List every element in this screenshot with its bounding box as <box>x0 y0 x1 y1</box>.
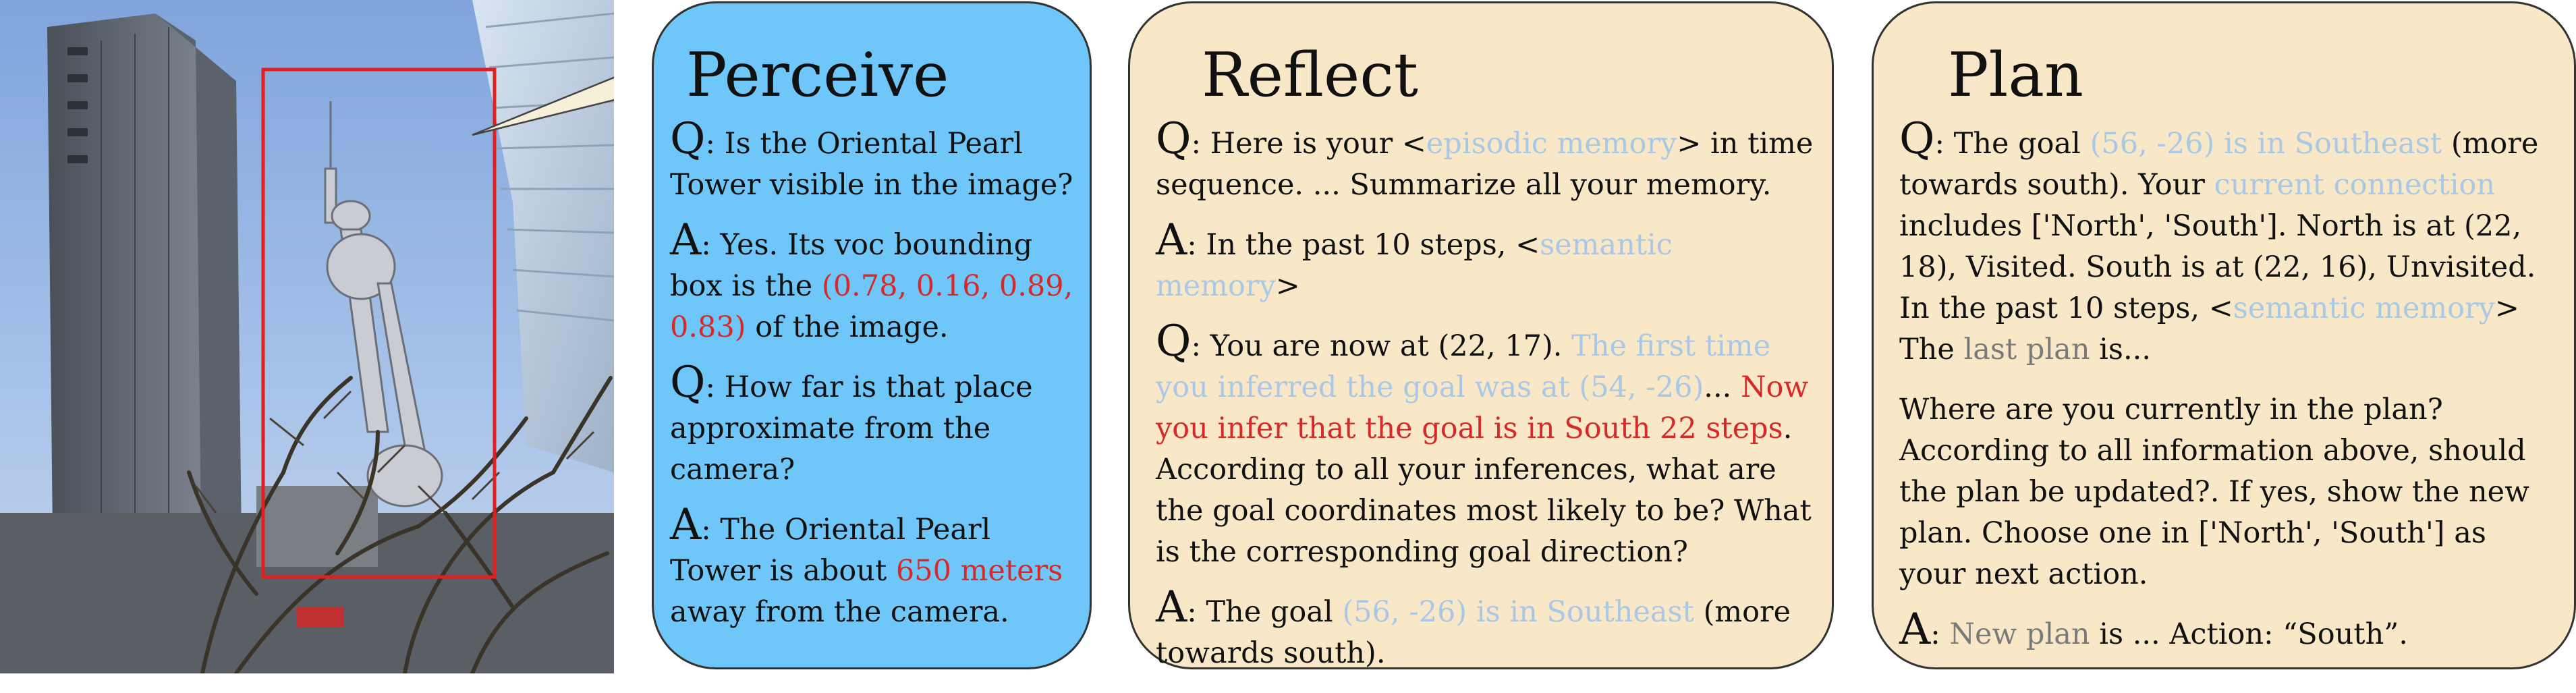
answer-letter: A <box>670 500 702 550</box>
reflect-answer-2: A: The goal (56, -26) is in Southeast (m… <box>1156 586 1817 674</box>
plan-card: Plan Q: The goal (56, -26) is in Southea… <box>1872 1 2576 669</box>
reflect-answer-1-pre: : In the past 10 steps, < <box>1187 228 1540 262</box>
reflect-answer-1: A: In the past 10 steps, <semantic memor… <box>1156 219 1817 307</box>
last-plan-tag: last plan <box>1963 333 2090 366</box>
reflect-title: Reflect <box>1202 40 1418 111</box>
goal-direction-text: (56, -26) is in Southeast <box>2090 127 2442 161</box>
question-letter: Q <box>670 114 706 164</box>
goal-direction-text: (56, -26) is in Southeast <box>1342 595 1694 629</box>
perceive-body: Q: Is the Oriental Pearl Tower visible i… <box>670 117 1082 652</box>
perceive-answer-1-post: of the image. <box>746 310 949 344</box>
question-letter: Q <box>1156 114 1192 164</box>
question-letter: Q <box>670 358 706 408</box>
plan-question-1-pre: : The goal <box>1934 127 2090 161</box>
plan-answer-1: A: New plan is ... Action: “South”. <box>1899 608 2560 655</box>
perceive-question-1-text: : Is the Oriental Pearl Tower visible in… <box>670 127 1073 202</box>
answer-letter: A <box>1899 605 1931 655</box>
reflect-question-2-mid: ... <box>1704 370 1741 404</box>
plan-answer-1-sep: : <box>1930 617 1950 651</box>
answer-letter: A <box>1156 582 1187 632</box>
perceive-answer-2-post: away from the camera. <box>670 595 1009 629</box>
reflect-question-1-pre: : Here is your < <box>1191 127 1426 161</box>
plan-title: Plan <box>1948 40 2083 111</box>
semantic-memory-tag: semantic memory <box>2233 292 2495 325</box>
perceive-distance-value: 650 meters <box>895 554 1063 588</box>
perceive-question-1: Q: Is the Oriental Pearl Tower visible i… <box>670 117 1082 206</box>
new-plan-tag: New plan <box>1949 617 2090 651</box>
reflect-question-2: Q: You are now at (22, 17). The first ti… <box>1156 320 1817 573</box>
question-letter: Q <box>1156 316 1192 366</box>
perceive-answer-2: A: The Oriental Pearl Tower is about 650… <box>670 503 1082 633</box>
perceive-question-2: Q: How far is that place approximate fro… <box>670 361 1082 491</box>
perceive-question-2-text: : How far is that place approximate from… <box>670 370 1033 487</box>
plan-question-1: Q: The goal (56, -26) is in Southeast (m… <box>1899 117 2560 370</box>
plan-question-1-post: is... <box>2090 333 2152 366</box>
reflect-answer-1-post: > <box>1275 269 1300 303</box>
perceive-card: Perceive Q: Is the Oriental Pearl Tower … <box>652 1 1092 669</box>
question-letter: Q <box>1899 114 1935 164</box>
reflect-card: Reflect Q: Here is your <episodic memory… <box>1128 1 1834 670</box>
reflect-body: Q: Here is your <episodic memory> in tim… <box>1156 117 1817 693</box>
reflect-question-1: Q: Here is your <episodic memory> in tim… <box>1156 117 1817 206</box>
answer-letter: A <box>670 215 702 265</box>
perceive-answer-1: A: Yes. Its voc bounding box is the (0.7… <box>670 219 1082 348</box>
episodic-memory-tag: episodic memory <box>1426 127 1677 161</box>
perceive-title: Perceive <box>686 40 949 111</box>
reflect-answer-2-pre: : The goal <box>1187 595 1343 629</box>
city-photo-icon <box>0 0 614 673</box>
current-connection-tag: current connection <box>2214 168 2496 202</box>
reflect-question-2-pre: : You are now at (22, 17). <box>1191 329 1572 363</box>
answer-letter: A <box>1156 215 1187 265</box>
plan-answer-1-post: is ... Action: “South”. <box>2090 617 2408 651</box>
plan-body: Q: The goal (56, -26) is in Southeast (m… <box>1899 117 2560 674</box>
plan-question-2: Where are you currently in the plan? Acc… <box>1899 393 2529 591</box>
city-photo <box>0 0 614 673</box>
